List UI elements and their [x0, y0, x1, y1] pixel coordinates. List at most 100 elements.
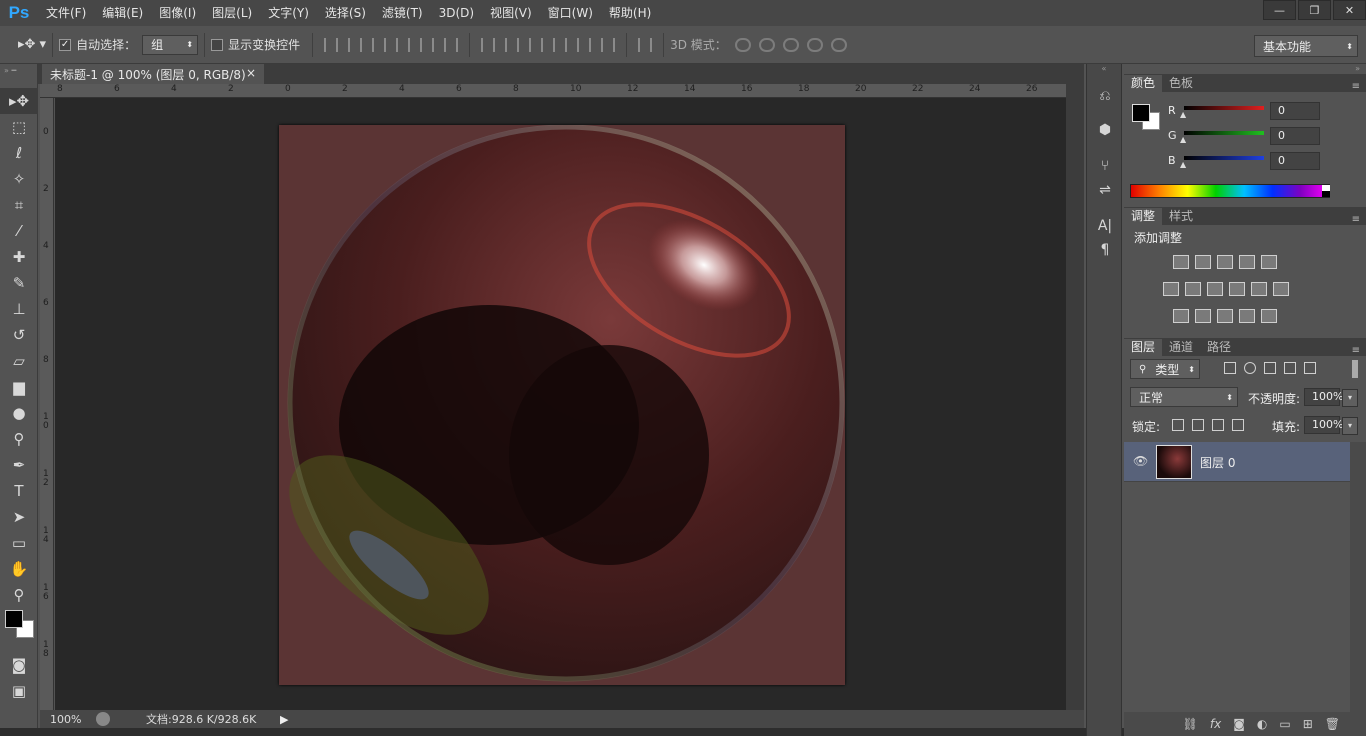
align-bottom-icon[interactable] [372, 37, 387, 52]
roll-3d-icon[interactable] [758, 37, 775, 52]
opacity-field[interactable]: 100% [1304, 388, 1343, 406]
close-tab-icon[interactable]: × [246, 66, 256, 82]
auto-select-dropdown[interactable]: 组 ⬍ [142, 34, 199, 55]
magic-wand-tool-icon[interactable]: ✧ [0, 166, 38, 192]
marquee-tool-icon[interactable]: ⬚ [0, 114, 38, 140]
channel-slider[interactable] [1184, 131, 1264, 135]
filter-pixel-icon[interactable] [1224, 362, 1236, 374]
3d-panel-icon[interactable]: ⬢ [1087, 118, 1123, 142]
hand-tool-icon[interactable]: ✋ [0, 556, 38, 582]
menu-item[interactable]: 图像(I) [151, 0, 204, 26]
eraser-tool-icon[interactable]: ▱ [0, 348, 38, 374]
color-spectrum-bar[interactable] [1130, 184, 1330, 198]
levels-icon[interactable] [1195, 255, 1211, 269]
menu-item[interactable]: 帮助(H) [601, 0, 659, 26]
tab-adjustments[interactable]: 调整 [1124, 208, 1163, 225]
tab-swatches[interactable]: 色板 [1162, 75, 1200, 92]
filter-smart-object-icon[interactable] [1304, 362, 1316, 374]
fill-field[interactable]: 100% [1304, 416, 1343, 434]
lock-pixels-icon[interactable] [1192, 419, 1204, 431]
menu-item[interactable]: 选择(S) [317, 0, 374, 26]
vertical-scrollbar[interactable] [1066, 84, 1084, 710]
link-layers-icon[interactable]: ⛓ [1183, 717, 1198, 731]
visibility-eye-icon[interactable]: 👁 [1133, 454, 1148, 468]
layers-scrollbar[interactable] [1350, 442, 1366, 716]
paragraph-panel-icon[interactable]: ¶ [1087, 238, 1123, 262]
clone-stamp-tool-icon[interactable]: ⊥ [0, 296, 38, 322]
new-layer-icon[interactable]: ⊞ [1303, 717, 1313, 731]
drag-3d-icon[interactable] [782, 37, 799, 52]
color-swatches[interactable] [0, 608, 37, 652]
threshold-icon[interactable] [1217, 309, 1233, 323]
color-foreground-swatch[interactable] [1132, 104, 1150, 122]
horizontal-ruler[interactable]: 8 6 4 2 0 2 4 6 8 10 12 14 16 18 20 22 24 26 [40, 84, 1066, 98]
auto-align-icon[interactable] [638, 37, 653, 52]
blur-tool-icon[interactable]: ● [0, 400, 38, 426]
distribute-bottom-icon[interactable] [529, 37, 544, 52]
layer-name[interactable]: 图层 0 [1200, 454, 1235, 471]
exposure-icon[interactable] [1239, 255, 1255, 269]
menu-item[interactable]: 滤镜(T) [374, 0, 431, 26]
curves-icon[interactable] [1217, 255, 1233, 269]
distribute-right-icon[interactable] [601, 37, 616, 52]
new-adjustment-icon[interactable]: ◐ [1257, 717, 1267, 731]
document-canvas[interactable] [279, 125, 845, 685]
black-white-icon[interactable] [1207, 282, 1223, 296]
tab-channels[interactable]: 通道 [1162, 339, 1200, 356]
lock-transparent-icon[interactable] [1172, 419, 1184, 431]
show-transform-checkbox[interactable] [211, 38, 224, 51]
menu-item[interactable]: 图层(L) [204, 0, 260, 26]
foreground-color-swatch[interactable] [5, 610, 23, 628]
posterize-icon[interactable] [1195, 309, 1211, 323]
panel-menu-icon[interactable]: ≡ [1352, 214, 1360, 225]
panel-collapse-icon[interactable]: « [1087, 64, 1121, 84]
tool-presets-icon[interactable]: ⇌ [1087, 178, 1123, 202]
color-bw-bar[interactable] [1322, 185, 1330, 197]
panel-menu-icon[interactable]: ≡ [1352, 345, 1360, 356]
menu-item[interactable]: 编辑(E) [94, 0, 151, 26]
filter-shape-icon[interactable] [1284, 362, 1296, 374]
minimize-button[interactable]: — [1263, 0, 1296, 20]
move-tool-icon[interactable]: ▸✥ [0, 88, 38, 114]
filter-adjustment-icon[interactable] [1244, 362, 1256, 374]
distribute-left-icon[interactable] [553, 37, 568, 52]
filter-toggle[interactable] [1352, 360, 1358, 378]
tab-layers[interactable]: 图层 [1124, 339, 1163, 356]
brush-panel-icon[interactable]: ⑂ [1087, 154, 1123, 178]
layer-style-icon[interactable]: fx [1210, 717, 1221, 731]
opacity-dropdown-icon[interactable]: ▾ [1342, 389, 1358, 407]
restore-button[interactable]: ❐ [1298, 0, 1331, 20]
distribute-hcenter-icon[interactable] [577, 37, 592, 52]
layer-filter-dropdown[interactable]: ⚲ 类型 ⬍ [1130, 359, 1200, 379]
gradient-tool-icon[interactable]: ▆ [0, 374, 38, 400]
channel-slider[interactable] [1184, 156, 1264, 160]
zoom-level[interactable]: 100% [40, 713, 90, 726]
color-balance-icon[interactable] [1185, 282, 1201, 296]
vibrance-icon[interactable] [1261, 255, 1277, 269]
channel-value-field[interactable]: 0 [1270, 127, 1320, 145]
menu-item[interactable]: 视图(V) [482, 0, 540, 26]
align-right-icon[interactable] [444, 37, 459, 52]
slider-thumb-icon[interactable]: ▲ [1180, 110, 1186, 119]
panel-collapse-icon[interactable]: » ━ [0, 64, 37, 88]
vertical-ruler[interactable]: 0 2 4 6 8 1 0 1 2 1 4 1 6 1 8 [40, 98, 54, 710]
status-menu-icon[interactable] [96, 712, 110, 726]
history-panel-icon[interactable]: ⎌ [1087, 84, 1123, 108]
healing-brush-tool-icon[interactable]: ✚ [0, 244, 38, 270]
channel-slider[interactable] [1184, 106, 1264, 110]
menu-item[interactable]: 窗口(W) [540, 0, 601, 26]
hue-saturation-icon[interactable] [1163, 282, 1179, 296]
zoom-tool-icon[interactable]: ⚲ [0, 582, 38, 608]
photo-filter-icon[interactable] [1229, 282, 1245, 296]
filter-type-icon[interactable] [1264, 362, 1276, 374]
distribute-top-icon[interactable] [481, 37, 496, 52]
crop-tool-icon[interactable]: ⌗ [0, 192, 38, 218]
menu-item[interactable]: 3D(D) [431, 0, 482, 26]
add-mask-icon[interactable]: ◙ [1233, 717, 1245, 731]
invert-icon[interactable] [1173, 309, 1189, 323]
channel-value-field[interactable]: 0 [1270, 102, 1320, 120]
menu-item[interactable]: 文件(F) [38, 0, 94, 26]
distribute-vcenter-icon[interactable] [505, 37, 520, 52]
tab-color[interactable]: 颜色 [1124, 75, 1163, 92]
align-hcenter-icon[interactable] [420, 37, 435, 52]
